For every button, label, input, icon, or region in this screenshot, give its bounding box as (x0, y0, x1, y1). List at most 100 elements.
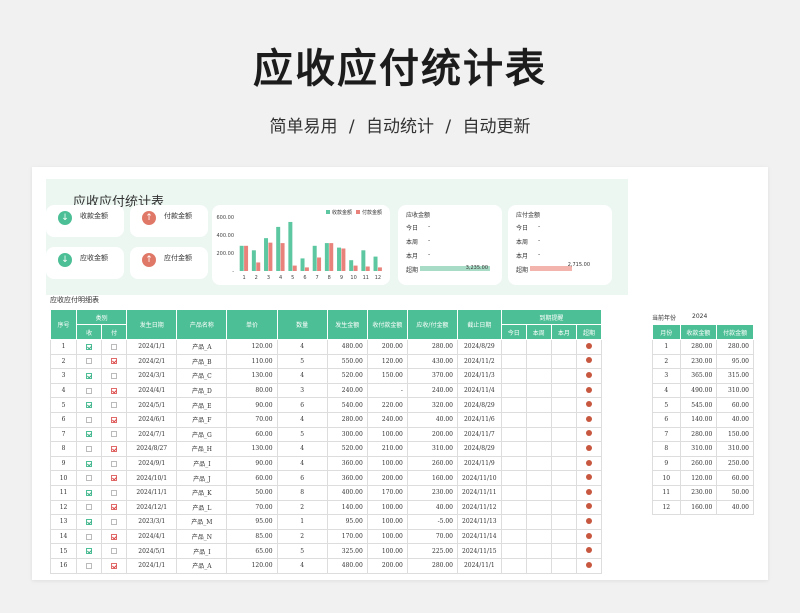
cell-due[interactable]: 2024/11/4 (457, 382, 502, 399)
cell-amount[interactable]: 480.00 (326, 339, 368, 355)
cell-date[interactable]: 2024/3/1 (126, 368, 178, 384)
cell-balance[interactable]: 160.00 (406, 470, 459, 486)
cell-month[interactable] (550, 543, 577, 559)
recv-checkbox[interactable] (86, 518, 93, 525)
cell-amount[interactable]: 520.00 (326, 441, 368, 457)
cell-due[interactable]: 2024/11/12 (457, 499, 502, 516)
cell-today[interactable] (500, 470, 527, 486)
cell-due[interactable]: 2024/11/3 (457, 368, 502, 384)
cell-month[interactable] (550, 397, 577, 413)
cell-date[interactable]: 2024/9/1 (126, 455, 178, 472)
cell-price[interactable]: 70.00 (226, 499, 278, 516)
recv-checkbox[interactable] (86, 445, 93, 452)
cell-amount[interactable]: 95.00 (326, 514, 368, 530)
cell-paid[interactable]: 240.00 (366, 411, 408, 428)
cell-date[interactable]: 2024/2/1 (126, 353, 178, 370)
cell-price[interactable]: 90.00 (226, 397, 278, 413)
cell-paid[interactable]: 100.00 (366, 499, 408, 516)
recv-checkbox[interactable] (86, 402, 93, 409)
cell-month[interactable] (550, 426, 577, 443)
cell-seq[interactable]: 10 (49, 470, 78, 486)
recv-checkbox[interactable] (86, 431, 93, 438)
recv-checkbox[interactable] (86, 548, 93, 555)
cell-price[interactable]: 90.00 (226, 455, 278, 472)
cell-paid[interactable]: 100.00 (366, 426, 408, 443)
cell-seq[interactable]: 1 (49, 339, 78, 355)
cell-balance[interactable]: 430.00 (406, 353, 459, 370)
cell-paid[interactable]: 100.00 (366, 514, 408, 530)
cell-seq[interactable]: 6 (49, 411, 78, 428)
cell-date[interactable]: 2024/11/1 (126, 484, 178, 501)
cell-date[interactable]: 2024/6/1 (126, 411, 178, 428)
cell-today[interactable] (500, 543, 527, 559)
cell-due[interactable]: 2024/8/29 (457, 397, 502, 413)
cell-week[interactable] (525, 441, 552, 457)
cell-today[interactable] (500, 339, 527, 355)
cell-today[interactable] (500, 455, 527, 472)
cell-paid[interactable]: - (366, 382, 408, 399)
cell-paid[interactable]: 100.00 (366, 455, 408, 472)
cell-month[interactable] (550, 411, 577, 428)
cell-balance[interactable]: 225.00 (406, 543, 459, 559)
cell-balance[interactable]: -5.00 (406, 514, 459, 530)
cell-seq[interactable]: 8 (49, 441, 78, 457)
table-row[interactable]: 8 2024/8/27 产品_H 130.00 4 520.00 210.00 310.00 2… (49, 441, 603, 457)
cell-month[interactable] (550, 557, 577, 574)
cell-price[interactable]: 130.00 (226, 368, 278, 384)
cell-due[interactable]: 2024/8/29 (457, 339, 502, 355)
cell-week[interactable] (525, 514, 552, 530)
recv-checkbox[interactable] (86, 533, 93, 540)
cell-amount[interactable]: 400.00 (326, 484, 368, 501)
cell-today[interactable] (500, 514, 527, 530)
cell-balance[interactable]: 320.00 (406, 397, 459, 413)
pay-checkbox[interactable] (111, 343, 118, 350)
cell-due[interactable]: 2024/11/11 (457, 484, 502, 501)
pay-checkbox[interactable] (111, 475, 118, 482)
cell-qty[interactable]: 4 (276, 557, 328, 574)
cell-price[interactable]: 120.00 (226, 339, 278, 355)
cell-today[interactable] (500, 397, 527, 413)
recv-checkbox[interactable] (86, 460, 93, 467)
cell-balance[interactable]: 240.00 (406, 382, 459, 399)
cell-price[interactable]: 80.00 (226, 382, 278, 399)
cell-today[interactable] (500, 368, 527, 384)
table-row[interactable]: 12 2024/12/1 产品_L 70.00 2 140.00 100.00 40.00 20… (49, 499, 603, 516)
cell-month[interactable] (550, 441, 577, 457)
cell-seq[interactable]: 11 (49, 484, 78, 501)
cell-seq[interactable]: 12 (49, 499, 78, 516)
cell-week[interactable] (525, 353, 552, 370)
recv-checkbox[interactable] (86, 489, 93, 496)
table-row[interactable]: 15 2024/5/1 产品_I 65.00 5 325.00 100.00 225.00 20… (49, 543, 603, 559)
cell-amount[interactable]: 240.00 (326, 382, 368, 399)
cell-price[interactable]: 130.00 (226, 441, 278, 457)
cell-week[interactable] (525, 411, 552, 428)
cell-qty[interactable]: 5 (276, 426, 328, 443)
cell-price[interactable]: 70.00 (226, 411, 278, 428)
cell-balance[interactable]: 40.00 (406, 411, 459, 428)
cell-month[interactable] (550, 368, 577, 384)
cell-due[interactable]: 2024/11/7 (457, 426, 502, 443)
cell-product[interactable]: 产品_F (176, 411, 228, 428)
cell-amount[interactable]: 140.00 (326, 499, 368, 516)
cell-date[interactable]: 2024/1/1 (126, 339, 178, 355)
pay-checkbox[interactable] (111, 402, 118, 409)
cell-week[interactable] (525, 484, 552, 501)
cell-due[interactable]: 2024/11/9 (457, 455, 502, 472)
recv-checkbox[interactable] (86, 475, 93, 482)
cell-qty[interactable]: 5 (276, 353, 328, 370)
cell-seq[interactable]: 2 (49, 353, 78, 370)
cell-date[interactable]: 2024/1/1 (126, 557, 178, 574)
pay-checkbox[interactable] (111, 533, 118, 540)
pay-checkbox[interactable] (111, 372, 118, 379)
cell-date[interactable]: 2024/10/1 (126, 470, 178, 486)
table-row[interactable]: 9 2024/9/1 产品_I 90.00 4 360.00 100.00 260.00 202… (49, 455, 603, 472)
pay-checkbox[interactable] (111, 518, 118, 525)
cell-product[interactable]: 产品_C (176, 368, 228, 384)
cell-qty[interactable]: 2 (276, 528, 328, 545)
cell-paid[interactable]: 220.00 (366, 397, 408, 413)
cell-amount[interactable]: 280.00 (326, 411, 368, 428)
cell-week[interactable] (525, 455, 552, 472)
cell-product[interactable]: 产品_N (176, 528, 228, 545)
table-row[interactable]: 14 2024/4/1 产品_N 85.00 2 170.00 100.00 70.00 202… (49, 528, 603, 545)
cell-week[interactable] (525, 557, 552, 574)
